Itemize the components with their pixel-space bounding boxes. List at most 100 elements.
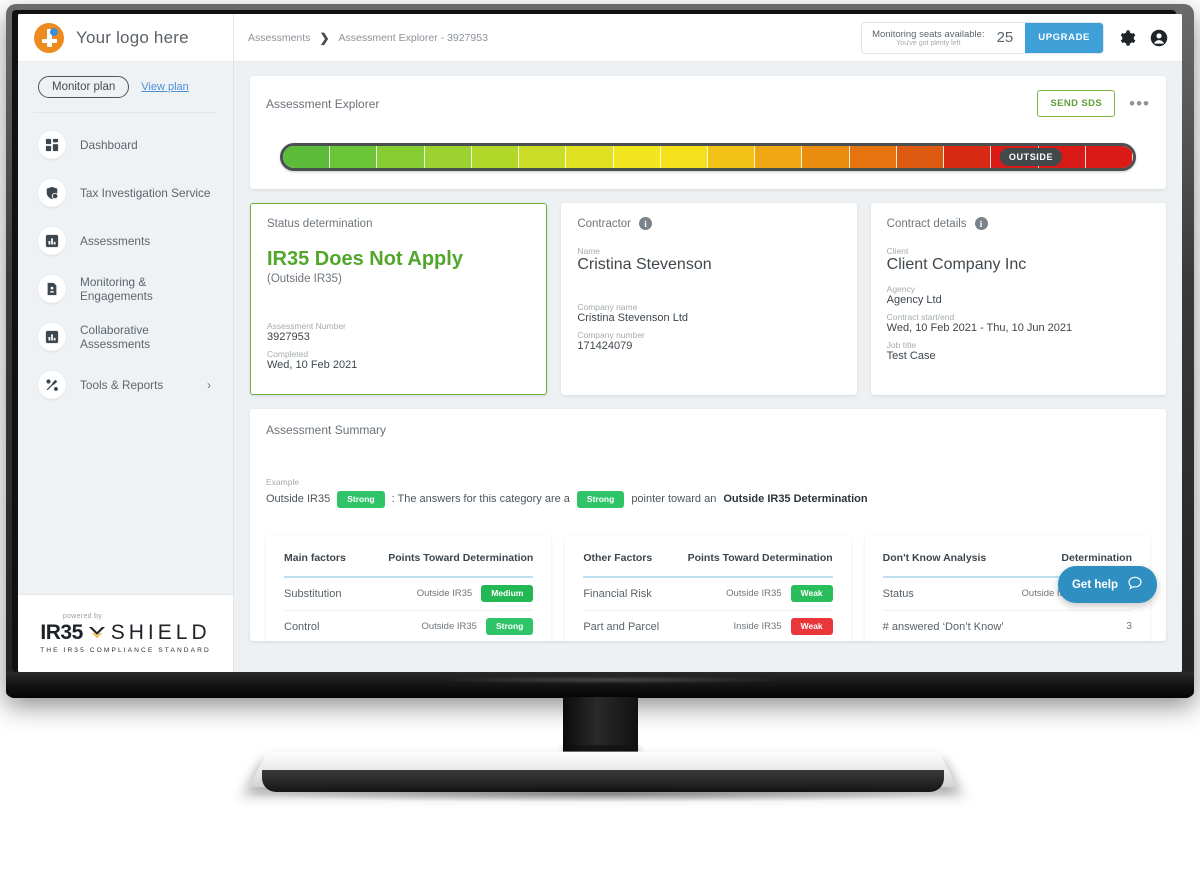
contractor-card-title: Contractor [577,217,632,230]
monitoring-seats-count: 25 [996,29,1014,46]
status-card-title: Status determination [267,218,373,230]
summary-tables-row: Main factors Points Toward Determination… [266,535,1150,642]
sidebar-item-tools-and-reports[interactable]: Tools & Reports › [18,361,233,409]
screen: Your logo here Monitor plan View plan Da… [18,14,1182,672]
ir35-shield-logo: IR35 SHIELD [40,621,210,645]
bar-chart-icon [38,227,66,255]
field-value: Cristina Stevenson [577,256,712,273]
gear-icon[interactable] [1118,29,1136,47]
powered-by-label: powered by [62,613,103,620]
company-name-field: Company name Cristina Stevenson Ltd [577,302,840,324]
gauge-segment-14 [471,146,520,168]
field-value: Client Company Inc [886,256,1027,273]
column-header-1: Main factors [284,551,346,564]
document-icon [38,275,66,303]
user-avatar-icon[interactable] [1150,29,1168,47]
assessment-summary-card: Assessment Summary Example Outside IR35 … [250,409,1166,641]
field-value: Agency Ltd [886,294,942,306]
assessment-explorer-title: Assessment Explorer [266,96,380,111]
job-title-field: Job title Test Case [887,340,1150,362]
field-value: Wed, 10 Feb 2021 [267,359,358,371]
table-header: Main factors Points Toward Determination [284,552,533,576]
sidebar-item-assessments[interactable]: Assessments [18,217,233,265]
sidebar-nav: Dashboard Tax Investigation Service Asse… [18,121,233,409]
assessment-explorer-header: Assessment Explorer SEND SDS ••• [266,90,1150,117]
monitoring-seats-subtitle: You've got plenty left [896,39,961,47]
field-value: Test Case [886,350,936,362]
row-label: Status [882,587,914,600]
gauge-segment-9 [707,146,756,168]
gauge-segment-17 [330,146,378,168]
brand-logo-icon [34,22,64,53]
example-label: Example [266,477,300,487]
plan-badge: Monitor plan [38,76,130,98]
ir35-shield-tagline: THE IR35 COMPLIANCE STANDARD [40,647,211,654]
example-suffix: pointer toward an [631,493,717,506]
row-label: Part and Parcel [583,620,660,633]
get-help-label: Get help [1071,578,1118,591]
gauge-segment-8 [755,146,803,168]
breadcrumb-item-assessments[interactable]: Assessments [248,32,310,44]
ir35-shield-logo-primary: IR35 [40,621,83,644]
plan-row: Monitor plan View plan [18,62,233,112]
gauge-segment-15 [424,146,472,168]
double-chevron-icon [87,623,107,643]
field-value: 171424079 [577,340,633,352]
row-pill: Strong [485,618,534,635]
sidebar-item-tax-investigation-service[interactable]: Tax Investigation Service [18,169,233,217]
monitoring-seats-text: Monitoring seats available: You've got p… [862,29,994,47]
brand-bar[interactable]: Your logo here [18,14,233,62]
view-plan-link[interactable]: View plan [141,81,189,93]
column-header-2: Points Toward Determination [388,551,534,564]
field-value: Cristina Stevenson Ltd [577,312,688,324]
row-right: Outside IR35 Weak [726,585,833,602]
content-area: Assessment Explorer SEND SDS ••• OUTSIDE [234,62,1182,672]
info-icon[interactable]: i [974,217,988,230]
sidebar: Your logo here Monitor plan View plan Da… [18,14,234,672]
field-label: Client [886,246,909,256]
contract-dates-field: Contract start/end Wed, 10 Feb 2021 - Th… [887,312,1150,334]
breadcrumb: Assessments ❯ Assessment Explorer - 3927… [248,31,488,45]
assessment-explorer-actions: SEND SDS ••• [1037,90,1150,117]
completed-field: Completed Wed, 10 Feb 2021 [267,349,530,371]
ir35-shield-logo-secondary: SHIELD [110,621,211,644]
sidebar-item-monitoring-and-engagements[interactable]: Monitoring & Engagements [18,265,233,313]
example-pill-1: Strong [337,491,385,508]
client-field: Client Client Company Inc [887,246,1150,274]
sidebar-item-dashboard[interactable]: Dashboard [18,121,233,169]
contract-card-title: Contract details [886,217,967,230]
table-row[interactable]: Financial Risk Outside IR35 Weak [583,578,833,611]
row-label: Control [284,620,320,633]
field-label: Completed [267,349,309,359]
table-row[interactable]: Substitution Outside IR35 Medium [284,578,534,611]
upgrade-button[interactable]: UPGRADE [1025,22,1103,53]
application-window: Your logo here Monitor plan View plan Da… [18,14,1182,672]
row-right: Inside IR35 Weak [734,618,833,635]
field-value: 3927953 [267,331,310,343]
example-mid: : The answers for this category are a [391,493,570,506]
gauge-marker-outside: OUTSIDE [999,148,1063,166]
send-sds-button[interactable]: SEND SDS [1037,90,1116,117]
contract-card-header: Contract details i [887,217,1150,230]
row-pill: Weak [790,585,833,602]
sidebar-item-label: Assessments [80,234,151,248]
sidebar-item-collaborative-assessments[interactable]: Collaborative Assessments [18,313,233,361]
gauge-segment-1 [1085,146,1133,168]
field-label: Job title [886,340,916,350]
sidebar-item-label: Tax Investigation Service [80,186,211,200]
company-number-field: Company number 171424079 [577,330,840,352]
table-row[interactable]: Control Outside IR35 Strong [284,611,534,642]
top-bar: Assessments ❯ Assessment Explorer - 3927… [234,14,1182,62]
info-icon[interactable]: i [639,217,653,230]
get-help-button[interactable]: Get help [1057,566,1157,603]
field-label: Company name [577,302,638,312]
row-pill: Medium [481,585,534,602]
row-determination: Inside IR35 [733,621,782,632]
table-row[interactable]: Part and Parcel Inside IR35 Weak [583,611,833,642]
field-label: Contract start/end [886,312,955,322]
table-row[interactable]: # answered ‘Don’t Know’ 3 [883,611,1132,642]
sidebar-item-label: Collaborative Assessments [80,323,151,351]
sidebar-divider [34,112,217,113]
more-options-icon[interactable]: ••• [1129,95,1150,112]
row-right: 3 [1126,621,1132,632]
